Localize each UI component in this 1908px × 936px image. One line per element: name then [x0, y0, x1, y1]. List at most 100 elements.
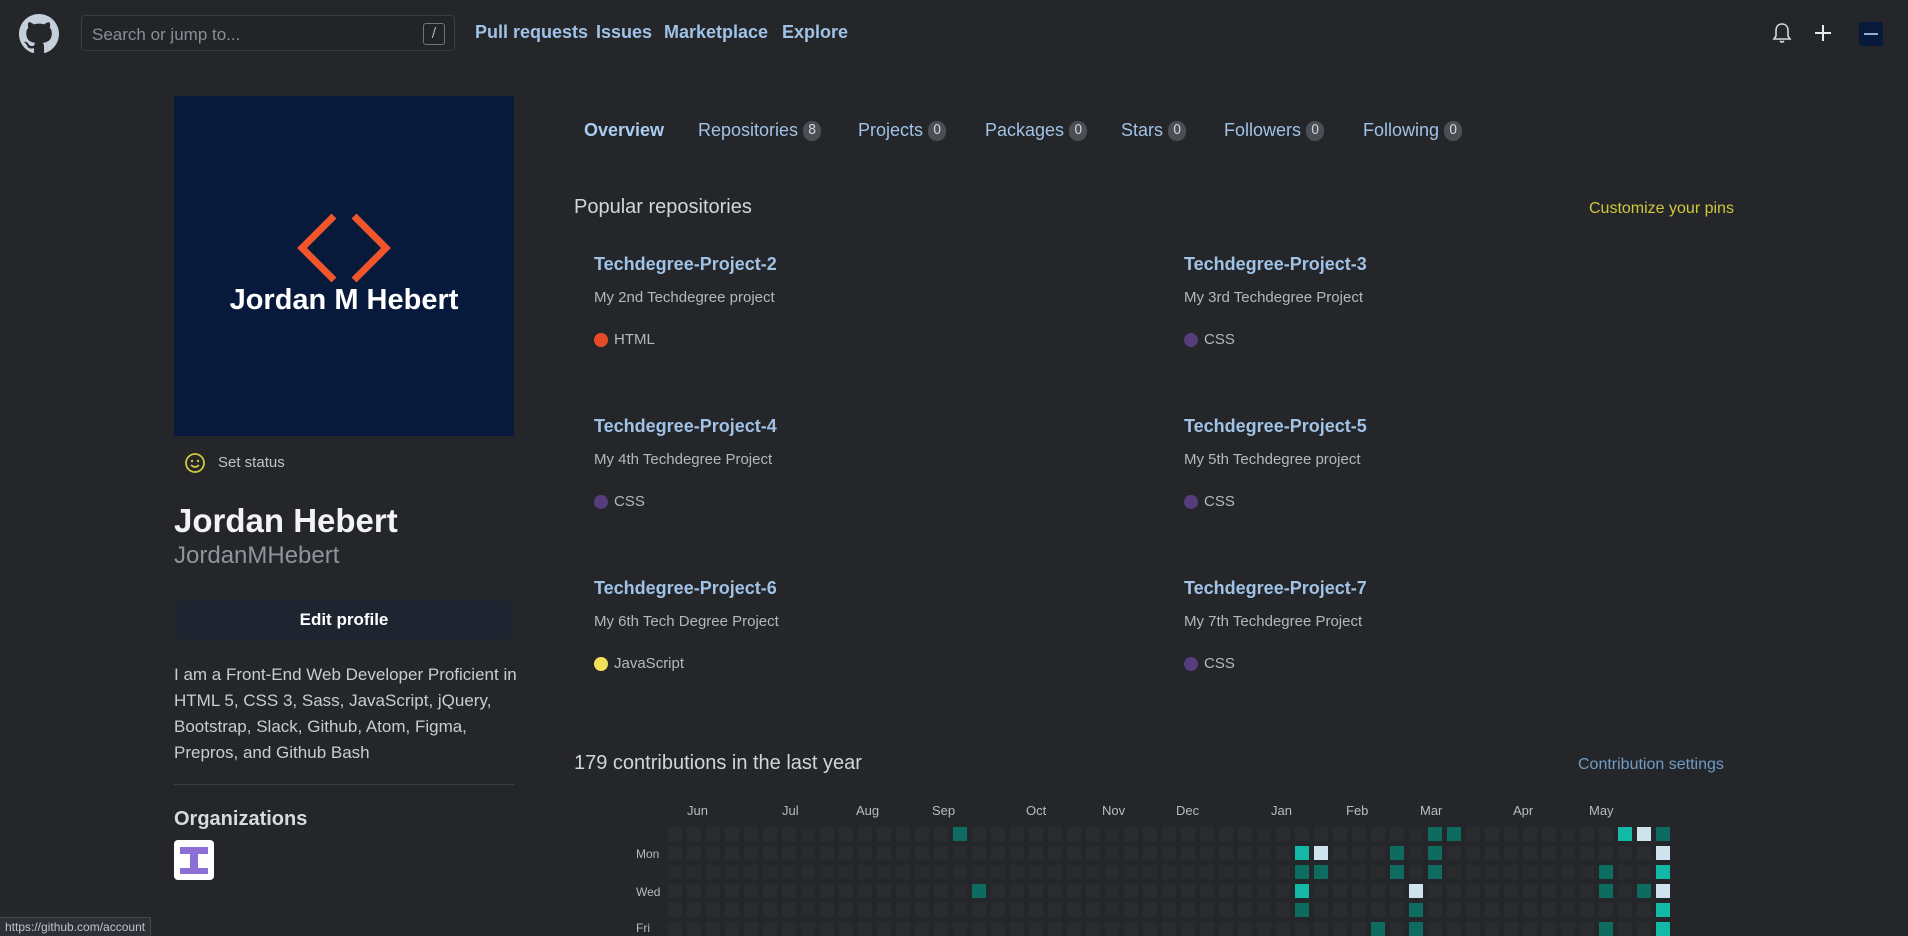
contribution-cell[interactable] [1200, 827, 1214, 841]
contribution-cell[interactable] [1200, 865, 1214, 879]
contribution-cell[interactable] [1029, 922, 1043, 936]
contribution-cell[interactable] [1561, 865, 1575, 879]
contribution-cell[interactable] [1580, 884, 1594, 898]
contribution-cell[interactable] [1599, 846, 1613, 860]
contribution-cell[interactable] [1314, 922, 1328, 936]
contribution-cell[interactable] [1238, 827, 1252, 841]
contribution-cell[interactable] [1219, 827, 1233, 841]
contribution-cell[interactable] [763, 865, 777, 879]
contribution-cell[interactable] [1371, 903, 1385, 917]
contribution-cell[interactable] [1143, 903, 1157, 917]
organization-avatar[interactable] [174, 840, 214, 880]
contribution-cell[interactable] [801, 846, 815, 860]
contribution-cell[interactable] [1599, 903, 1613, 917]
contribution-cell[interactable] [1181, 884, 1195, 898]
contribution-cell[interactable] [1542, 884, 1556, 898]
contribution-cell[interactable] [1029, 827, 1043, 841]
contribution-cell[interactable] [991, 865, 1005, 879]
contribution-cell[interactable] [1447, 846, 1461, 860]
contribution-cell[interactable] [1314, 884, 1328, 898]
contribution-cell[interactable] [1352, 865, 1366, 879]
edit-profile-button[interactable]: Edit profile [174, 600, 514, 640]
contribution-cell[interactable] [934, 903, 948, 917]
contribution-cell[interactable] [687, 827, 701, 841]
contribution-cell[interactable] [1200, 922, 1214, 936]
contribution-cell[interactable] [934, 827, 948, 841]
contribution-cell[interactable] [877, 903, 891, 917]
contribution-cell[interactable] [1618, 903, 1632, 917]
repo-name-link[interactable]: Techdegree-Project-6 [594, 578, 777, 599]
contribution-cell[interactable] [1295, 884, 1309, 898]
contribution-cell[interactable] [1333, 922, 1347, 936]
nav-marketplace[interactable]: Marketplace [664, 22, 768, 43]
contribution-cell[interactable] [1371, 884, 1385, 898]
contribution-cell[interactable] [1162, 846, 1176, 860]
contribution-cell[interactable] [877, 922, 891, 936]
contribution-cell[interactable] [1124, 903, 1138, 917]
contribution-cell[interactable] [1466, 846, 1480, 860]
contribution-cell[interactable] [1181, 827, 1195, 841]
contribution-cell[interactable] [1257, 903, 1271, 917]
repo-name-link[interactable]: Techdegree-Project-5 [1184, 416, 1367, 437]
contribution-cell[interactable] [991, 884, 1005, 898]
contribution-cell[interactable] [953, 903, 967, 917]
contribution-cell[interactable] [1599, 827, 1613, 841]
contribution-cell[interactable] [1504, 884, 1518, 898]
contribution-cell[interactable] [1295, 865, 1309, 879]
contribution-cell[interactable] [1637, 903, 1651, 917]
contribution-cell[interactable] [1352, 922, 1366, 936]
tab-packages[interactable]: Packages 0 [985, 120, 1088, 146]
contribution-cell[interactable] [763, 846, 777, 860]
contribution-cell[interactable] [858, 846, 872, 860]
contribution-cell[interactable] [668, 865, 682, 879]
contribution-cell[interactable] [858, 903, 872, 917]
contribution-cell[interactable] [668, 922, 682, 936]
contribution-cell[interactable] [1542, 827, 1556, 841]
contribution-cell[interactable] [1295, 827, 1309, 841]
contribution-cell[interactable] [1618, 827, 1632, 841]
search-input[interactable]: Search or jump to... / [81, 15, 455, 51]
contribution-settings-link[interactable]: Contribution settings [1578, 756, 1724, 774]
contribution-cell[interactable] [1561, 846, 1575, 860]
user-avatar-menu[interactable] [1859, 22, 1883, 46]
contribution-cell[interactable] [839, 846, 853, 860]
contribution-cell[interactable] [1086, 884, 1100, 898]
contribution-cell[interactable] [1276, 846, 1290, 860]
tab-followers[interactable]: Followers 0 [1224, 120, 1325, 146]
contribution-cell[interactable] [953, 827, 967, 841]
contribution-cell[interactable] [839, 903, 853, 917]
contribution-cell[interactable] [1542, 922, 1556, 936]
contribution-cell[interactable] [1276, 865, 1290, 879]
contribution-cell[interactable] [953, 922, 967, 936]
contribution-cell[interactable] [763, 884, 777, 898]
contribution-cell[interactable] [820, 865, 834, 879]
contribution-cell[interactable] [858, 884, 872, 898]
contribution-cell[interactable] [725, 846, 739, 860]
contribution-cell[interactable] [1371, 922, 1385, 936]
contribution-cell[interactable] [1409, 903, 1423, 917]
contribution-cell[interactable] [896, 903, 910, 917]
contribution-cell[interactable] [1599, 865, 1613, 879]
contribution-cell[interactable] [1048, 846, 1062, 860]
contribution-cell[interactable] [1295, 903, 1309, 917]
contribution-cell[interactable] [1124, 846, 1138, 860]
contribution-cell[interactable] [1428, 865, 1442, 879]
contribution-cell[interactable] [1333, 865, 1347, 879]
contribution-cell[interactable] [1029, 865, 1043, 879]
contribution-cell[interactable] [896, 846, 910, 860]
contribution-cell[interactable] [991, 903, 1005, 917]
contribution-cell[interactable] [1219, 922, 1233, 936]
contribution-cell[interactable] [1029, 903, 1043, 917]
contribution-cell[interactable] [782, 865, 796, 879]
contribution-cell[interactable] [1390, 884, 1404, 898]
contribution-cell[interactable] [1485, 884, 1499, 898]
contribution-cell[interactable] [801, 827, 815, 841]
contribution-cell[interactable] [1618, 922, 1632, 936]
contribution-cell[interactable] [1485, 865, 1499, 879]
contribution-cell[interactable] [782, 846, 796, 860]
contribution-cell[interactable] [934, 846, 948, 860]
contribution-cell[interactable] [1637, 922, 1651, 936]
contribution-cell[interactable] [1428, 846, 1442, 860]
contribution-cell[interactable] [1048, 865, 1062, 879]
contribution-cell[interactable] [1637, 884, 1651, 898]
